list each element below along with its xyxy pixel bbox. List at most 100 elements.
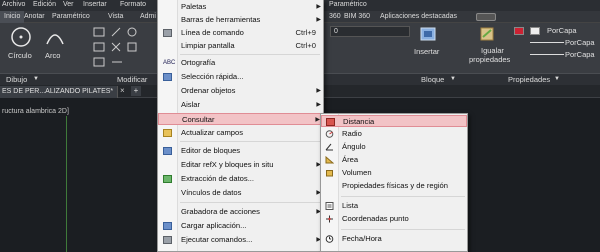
tab-inicio[interactable]: Inicio bbox=[0, 11, 25, 23]
submenu-item-label: Propiedades físicas y de región bbox=[342, 181, 448, 190]
load-application-icon bbox=[163, 222, 172, 230]
submenu-item-label: Fecha/Hora bbox=[342, 234, 382, 243]
submenu-item-radio[interactable]: Radio bbox=[321, 128, 467, 140]
submenu-item-propiedades-fisicas[interactable]: Propiedades físicas y de región bbox=[321, 180, 467, 192]
arc-tool-icon[interactable] bbox=[44, 26, 66, 48]
porcapa-color[interactable]: PorCapa bbox=[547, 26, 577, 35]
lineweight-line bbox=[530, 42, 564, 43]
menu-item-actualizar-campos[interactable]: Actualizar campos bbox=[158, 127, 324, 139]
document-tab[interactable]: ES DE PER...ALIZANDO PILATES* bbox=[0, 86, 118, 98]
submenu-item-lista[interactable]: Lista bbox=[321, 200, 467, 212]
menu-item-ordenar[interactable]: Ordenar objetos ▶ bbox=[158, 85, 324, 97]
submenu-item-label: Lista bbox=[342, 201, 359, 210]
data-extraction-icon bbox=[163, 175, 172, 183]
menu-item-extraccion-datos[interactable]: Extracción de datos... bbox=[158, 173, 324, 185]
submenu-item-distancia[interactable]: Distancia bbox=[321, 115, 467, 127]
panel-dibujo[interactable]: Dibujo bbox=[6, 75, 27, 84]
menu-item-ortografia[interactable]: ABC Ortografía bbox=[158, 57, 324, 69]
arc-tool-label[interactable]: Arco bbox=[45, 51, 60, 60]
panel-dibujo-arrow[interactable]: ▼ bbox=[33, 76, 39, 82]
ribbon-toggle-icon[interactable] bbox=[476, 13, 496, 21]
submenu-item-label: Radio bbox=[342, 129, 362, 138]
submenu-item-coordenadas[interactable]: Coordenadas punto bbox=[321, 213, 467, 225]
menu-separator bbox=[180, 54, 320, 55]
menu-item-ejecutar-comandos[interactable]: Ejecutar comandos... ▶ bbox=[158, 234, 324, 246]
menu-item-aislar[interactable]: Aislar ▶ bbox=[158, 99, 324, 111]
modify-tools-icon[interactable] bbox=[92, 26, 152, 70]
color-swatch-icon[interactable] bbox=[514, 27, 524, 35]
close-icon[interactable]: × bbox=[120, 86, 125, 95]
menu-edicion[interactable]: Edición bbox=[33, 1, 56, 8]
menu-item-linea-comando[interactable]: Línea de comando Ctrl+9 bbox=[158, 27, 324, 39]
viewport-label[interactable]: ructura alambrica 2D] bbox=[2, 108, 69, 115]
quick-select-icon bbox=[163, 73, 172, 81]
menu-item-barras[interactable]: Barras de herramientas ▶ bbox=[158, 14, 324, 26]
menu-item-label: Vínculos de datos bbox=[181, 188, 242, 197]
point-coordinates-icon bbox=[326, 215, 333, 223]
tab-anotar[interactable]: Anotar bbox=[24, 13, 45, 20]
porcapa-lineweight[interactable]: PorCapa bbox=[565, 38, 595, 47]
porcapa-linetype[interactable]: PorCapa bbox=[565, 50, 595, 59]
menu-item-label: Paletas bbox=[181, 2, 207, 11]
panel-modificar[interactable]: Modificar bbox=[117, 75, 147, 84]
menu-item-label: Selección rápida... bbox=[181, 72, 244, 81]
tab-parametrico[interactable]: Paramétrico bbox=[52, 13, 90, 20]
match-properties-icon[interactable] bbox=[478, 25, 498, 43]
consultar-submenu: Distancia Radio Ángulo Área Volumen Prop… bbox=[320, 113, 468, 252]
panel-propiedades[interactable]: Propiedades bbox=[508, 75, 550, 84]
menu-item-editor-bloques[interactable]: Editor de bloques bbox=[158, 145, 324, 157]
menu-archivo[interactable]: Archivo bbox=[2, 1, 25, 8]
new-tab-icon[interactable]: + bbox=[131, 86, 141, 96]
menu-item-label: Ordenar objetos bbox=[181, 86, 236, 95]
radius-icon bbox=[325, 130, 334, 138]
circle-tool-icon[interactable] bbox=[10, 26, 32, 48]
circle-tool-label[interactable]: Círculo bbox=[8, 51, 32, 60]
menu-item-label: Línea de comando bbox=[181, 28, 244, 37]
area-icon bbox=[325, 156, 334, 164]
panel-bloque-arrow[interactable]: ▼ bbox=[450, 76, 456, 82]
menu-formato[interactable]: Formato bbox=[120, 1, 146, 8]
submenu-item-area[interactable]: Área bbox=[321, 154, 467, 166]
menu-item-limpiar[interactable]: Limpiar pantalla Ctrl+0 bbox=[158, 40, 324, 52]
match-props-label-1[interactable]: Igualar bbox=[481, 46, 504, 55]
panel-propiedades-arrow[interactable]: ▼ bbox=[554, 76, 560, 82]
tab-aplicaciones[interactable]: Aplicaciones destacadas bbox=[380, 13, 457, 20]
tab-360[interactable]: 360 bbox=[329, 13, 341, 20]
menu-ver[interactable]: Ver bbox=[63, 1, 74, 8]
submenu-item-fecha-hora[interactable]: Fecha/Hora bbox=[321, 233, 467, 245]
menu-item-label: Consultar bbox=[182, 115, 215, 124]
shortcut-label: Ctrl+0 bbox=[295, 41, 316, 50]
linetype-swatch[interactable] bbox=[530, 27, 540, 35]
submenu-item-label: Distancia bbox=[343, 117, 375, 126]
insert-label[interactable]: Insertar bbox=[414, 47, 439, 56]
layer-value: 0 bbox=[334, 28, 338, 35]
menu-item-paletas[interactable]: Paletas ▶ bbox=[158, 1, 324, 13]
submenu-item-label: Coordenadas punto bbox=[342, 214, 409, 223]
list-icon bbox=[325, 202, 334, 210]
menu-item-label: Limpiar pantalla bbox=[181, 41, 235, 50]
tab-bim360[interactable]: BIM 360 bbox=[344, 13, 370, 20]
menu-item-consultar[interactable]: Consultar ▶ bbox=[158, 113, 324, 125]
menu-item-grabadora[interactable]: Grabadora de acciones ▶ bbox=[158, 206, 324, 218]
menu-item-label: Actualizar campos bbox=[181, 128, 244, 137]
submenu-item-angulo[interactable]: Ángulo bbox=[321, 141, 467, 153]
insert-block-icon[interactable] bbox=[418, 25, 440, 45]
panel-bloque[interactable]: Bloque bbox=[421, 75, 444, 84]
menu-item-editar-refx[interactable]: Editar refX y bloques in situ ▶ bbox=[158, 159, 324, 171]
tab-admin[interactable]: Admi bbox=[140, 13, 156, 20]
submenu-item-label: Volumen bbox=[342, 168, 372, 177]
submenu-arrow-icon: ▶ bbox=[316, 4, 321, 10]
clock-icon bbox=[325, 235, 334, 243]
menu-separator bbox=[180, 202, 320, 203]
menu-item-cargar-aplicacion[interactable]: Cargar aplicación... bbox=[158, 220, 324, 232]
tab-vista[interactable]: Vista bbox=[108, 13, 123, 20]
layer-dropdown[interactable]: 0 bbox=[330, 26, 410, 37]
menu-insertar[interactable]: Insertar bbox=[83, 1, 107, 8]
submenu-item-label: Área bbox=[342, 155, 359, 164]
run-script-icon bbox=[163, 236, 172, 244]
menu-parametrico[interactable]: Paramétrico bbox=[329, 1, 367, 8]
match-props-label-2[interactable]: propiedades bbox=[469, 55, 510, 64]
menu-item-vinculos-datos[interactable]: Vínculos de datos ▶ bbox=[158, 187, 324, 199]
menu-item-seleccion-rapida[interactable]: Selección rápida... bbox=[158, 71, 324, 83]
submenu-item-volumen[interactable]: Volumen bbox=[321, 167, 467, 179]
